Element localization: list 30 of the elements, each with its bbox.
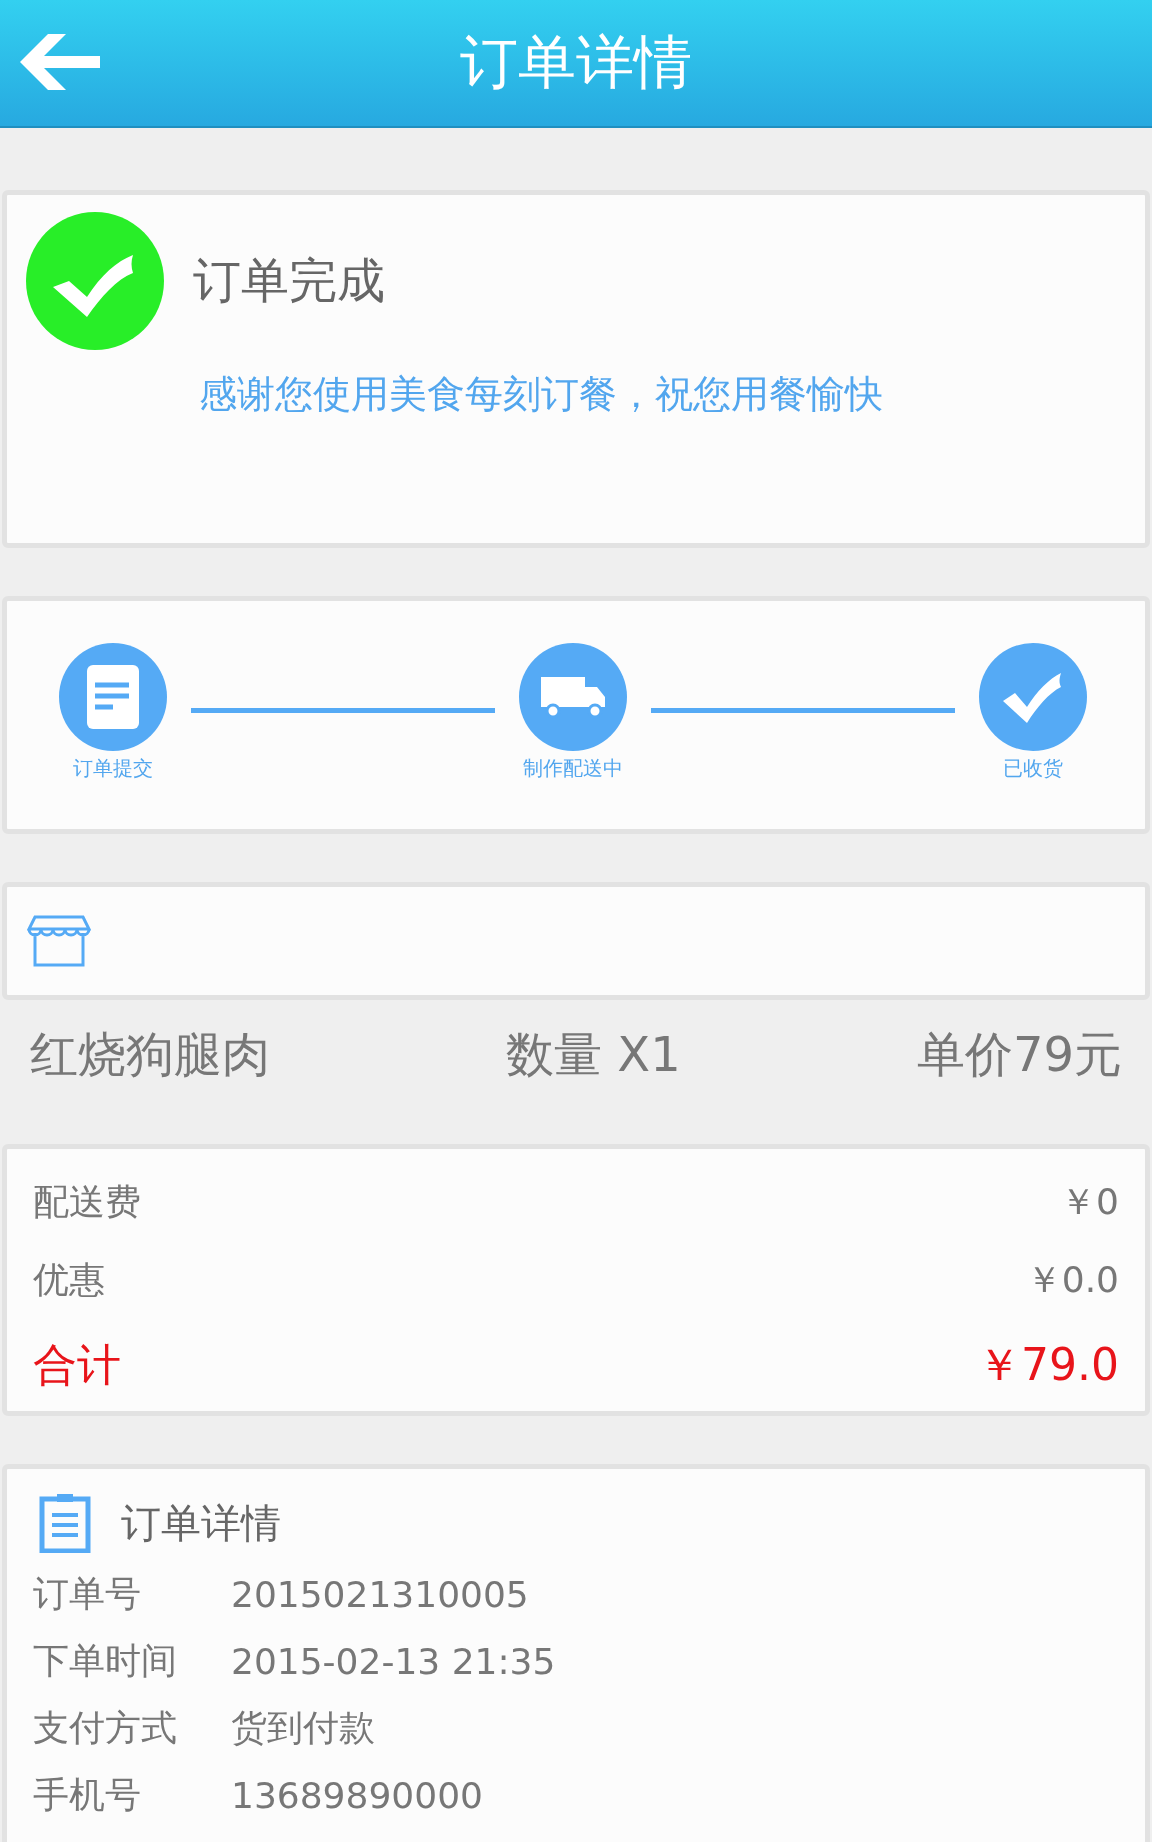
detail-value: 2015-02-13 21:35 [231,1641,556,1682]
detail-label: 支付方式 [33,1706,178,1750]
fee-amount: ￥0.0 [1025,1257,1119,1302]
fee-label: 优惠 [33,1257,105,1302]
page-title: 订单详情 [460,27,692,98]
check-icon [977,641,1089,753]
truck-icon [517,641,629,753]
detail-value: 2015021310005 [231,1574,529,1615]
detail-value: 货到付款 [231,1706,375,1750]
dish-price: 单价79元 [916,1025,1122,1084]
step-label: 订单提交 [73,755,153,782]
detail-label: 订单号 [33,1572,142,1616]
detail-value: 13689890000 [231,1775,483,1816]
fee-amount: ￥0 [1060,1179,1119,1224]
check-circle-icon [25,211,165,351]
fee-label: 配送费 [33,1179,141,1224]
detail-label: 下单时间 [33,1639,178,1683]
step-label: 已收货 [1003,755,1063,782]
step-label: 制作配送中 [523,755,623,782]
details-title: 订单详情 [121,1498,281,1548]
document-icon [57,641,169,753]
detail-label: 手机号 [33,1773,142,1817]
status-title: 订单完成 [193,251,385,310]
fee-amount: ￥79.0 [977,1337,1119,1392]
thank-you-message: 感谢您使用美食每刻订餐，祝您用餐愉快 [199,371,884,418]
fee-label: 合计 [33,1337,121,1392]
dish-name: 红烧狗腿肉 [30,1025,270,1084]
clipboard-icon [39,1493,91,1553]
shop-icon [27,915,91,967]
dish-quantity: 数量 X1 [506,1025,681,1084]
